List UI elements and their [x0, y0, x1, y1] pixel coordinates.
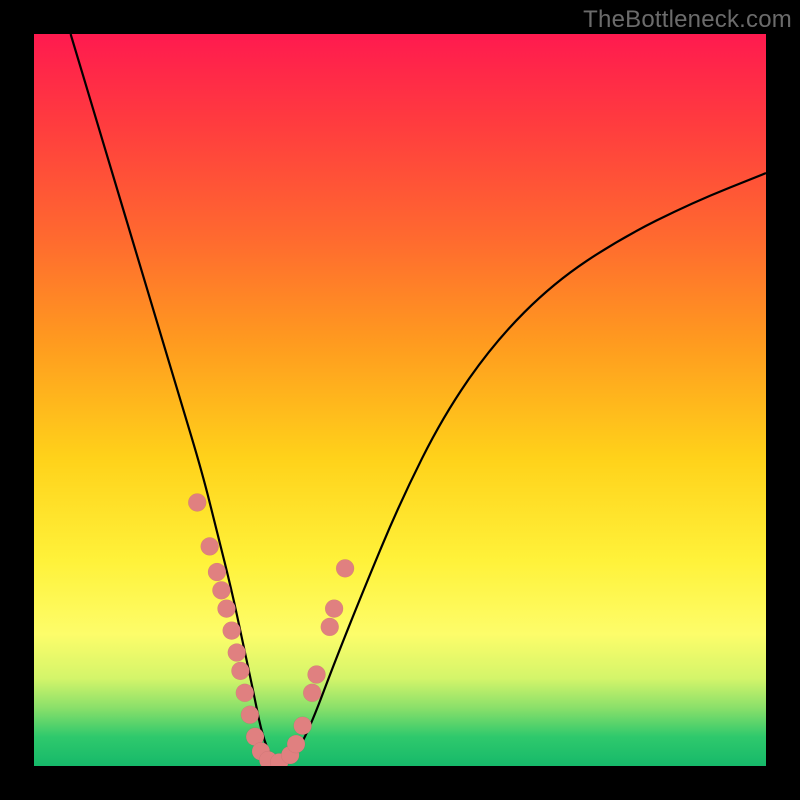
bottleneck-curve	[71, 34, 766, 762]
watermark-text: TheBottleneck.com	[583, 6, 792, 34]
dot	[294, 717, 312, 735]
dot	[212, 581, 230, 599]
dot	[303, 684, 321, 702]
chart-svg	[34, 34, 766, 766]
dot	[188, 493, 206, 511]
outer-frame: TheBottleneck.com	[0, 0, 800, 800]
dot	[231, 662, 249, 680]
dot	[208, 563, 226, 581]
dot	[201, 537, 219, 555]
dot	[325, 600, 343, 618]
dot	[223, 622, 241, 640]
dot	[308, 666, 326, 684]
dot	[236, 684, 254, 702]
plot-area	[34, 34, 766, 766]
dot	[218, 600, 236, 618]
dot	[321, 618, 339, 636]
dot	[228, 644, 246, 662]
highlighted-dots	[188, 493, 354, 766]
dot	[336, 559, 354, 577]
dot	[241, 706, 259, 724]
dot	[287, 735, 305, 753]
